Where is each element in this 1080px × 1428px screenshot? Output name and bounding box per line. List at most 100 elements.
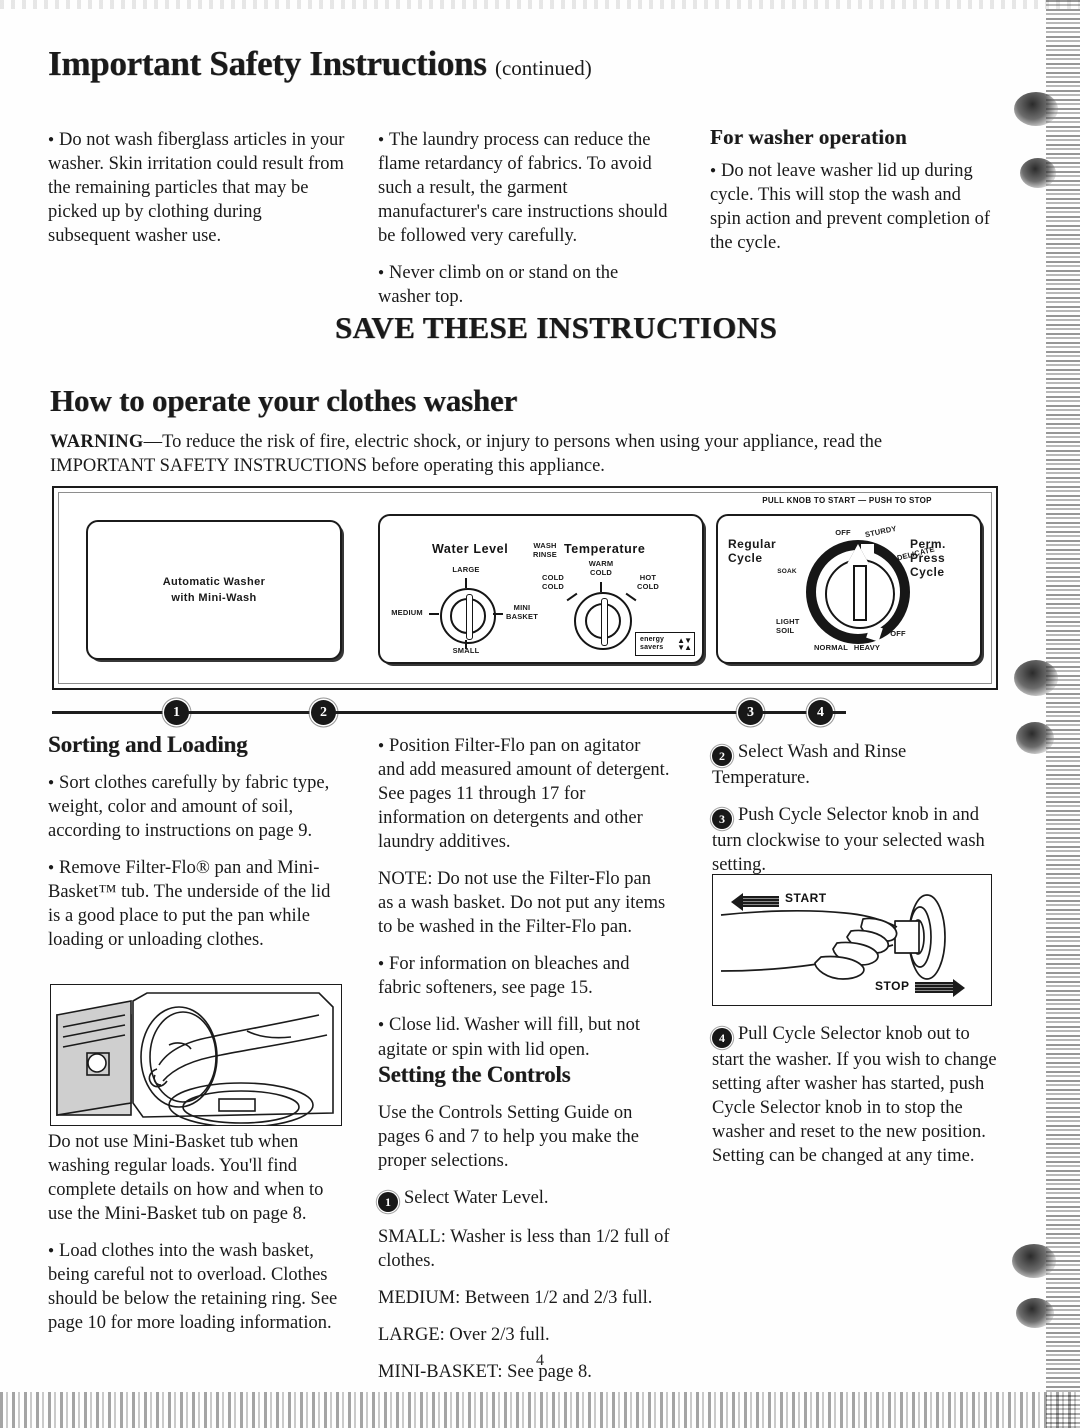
water-level-knob[interactable] <box>440 588 496 644</box>
regular-cycle-title: Regular Cycle <box>728 537 777 565</box>
cycle-label-off-bottom: OFF <box>890 629 906 638</box>
water-level-setting-large: LARGE <box>452 565 480 574</box>
step-3-text: Push Cycle Selector knob in and turn clo… <box>712 805 985 876</box>
mini-basket-caption: Do not use Mini-Basket tub when washing … <box>48 1130 344 1335</box>
scan-edge-right <box>1046 0 1080 1428</box>
callout-line <box>832 711 846 714</box>
temperature-title: Temperature <box>564 542 646 556</box>
dial-tick <box>493 613 503 615</box>
panel-brand-box: Automatic Washer with Mini-Wash <box>86 520 342 660</box>
cycle-label-sturdy: STURDY <box>864 523 898 540</box>
water-level-knob-pointer <box>465 594 473 640</box>
callout-line <box>188 711 316 714</box>
temperature-knob[interactable] <box>574 592 632 650</box>
callout-rule: 1 2 3 4 <box>52 700 994 725</box>
panel-dials-box: Water Level WASH RINSE Temperature LARGE… <box>378 514 704 664</box>
warning-text: —To reduce the risk of fire, electric sh… <box>50 432 883 477</box>
water-level-setting-mini-basket: MINI BASKET <box>505 603 539 621</box>
callout-number-1: 1 <box>164 700 189 725</box>
step-2-line: 2 Select Wash and Rinse Temperature. <box>712 740 998 790</box>
water-level-medium: MEDIUM: Between 1/2 and 2/3 full. <box>378 1288 653 1309</box>
start-stop-knob-illustration: START STOP <box>712 874 992 1006</box>
temperature-setting-cold-cold: COLD COLD <box>541 573 565 591</box>
for-washer-operation-heading: For washer operation <box>710 125 907 149</box>
energy-savers-badge: energy savers ▲▼ ▼▲ <box>635 632 695 656</box>
warning-block: WARNING—To reduce the risk of fire, elec… <box>50 430 980 479</box>
safety-bullet: The laundry process can reduce the flame… <box>378 128 670 248</box>
dial-tick <box>600 582 602 592</box>
bleach-bullet: For information on bleaches and fabric s… <box>378 952 670 1000</box>
step-4-text: Pull Cycle Selector knob out to start th… <box>712 1024 997 1167</box>
step-4-number: 4 <box>712 1028 732 1048</box>
page-title-continued: (continued) <box>494 56 592 80</box>
temperature-setting-hot-cold: HOT COLD <box>636 573 660 591</box>
water-level-small: SMALL: Washer is less than 1/2 full of c… <box>378 1227 670 1272</box>
page-number: 4 <box>536 1352 544 1369</box>
step-1-text: Select Water Level. <box>404 1188 549 1209</box>
energy-badge-line1: energy <box>640 636 665 643</box>
cycle-label-light-soil: LIGHT SOIL <box>776 617 800 635</box>
step-1-number: 1 <box>378 1192 398 1213</box>
callout-line <box>335 711 743 714</box>
cycle-knob-arrow-outline <box>847 544 869 564</box>
scan-edge-bottom <box>0 1392 1080 1428</box>
safety-left-column: Do not wash fiberglass articles in your … <box>48 128 348 248</box>
water-level-large: LARGE: Over 2/3 full. <box>378 1325 550 1346</box>
right-steps-column-top: 2 Select Wash and Rinse Temperature. 3 Pus… <box>712 740 998 877</box>
how-to-operate-heading: How to operate your clothes washer <box>50 383 518 418</box>
manual-page: Important Safety Instructions (continued… <box>0 0 1080 1428</box>
sorting-bullet: Remove Filter-Flo® pan and Mini-Basket™ … <box>48 856 344 952</box>
washer-lid-illustration <box>50 984 342 1126</box>
washer-lid-svg <box>56 992 334 1125</box>
cycle-label-delicate: DELICATE <box>896 544 936 563</box>
cycle-label-off-top: OFF <box>835 528 851 537</box>
cycle-selector-ring <box>806 540 910 644</box>
water-level-setting-small: SMALL <box>452 646 480 655</box>
water-level-setting-medium: MEDIUM <box>391 608 423 617</box>
safety-bullet: Never climb on or stand on the washer to… <box>378 261 670 309</box>
middle-instructions-column: Position Filter-Flo pan on agitator and … <box>378 734 670 1062</box>
temperature-knob-pointer <box>600 598 608 646</box>
panel-cycle-box: Regular Cycle Perm. Press Cycle OFF STUR… <box>716 514 982 664</box>
setting-controls-column: Setting the Controls Use the Controls Se… <box>378 1060 670 1384</box>
temperature-setting-warm-cold: WARM COLD <box>588 559 614 577</box>
energy-triangles-icon: ▲▼ ▼▲ <box>677 636 692 653</box>
step-2-number: 2 <box>712 746 732 766</box>
safety-middle-column: The laundry process can reduce the flame… <box>378 128 670 309</box>
filter-flo-note: NOTE: Do not use the Filter-Flo pan as a… <box>378 869 666 938</box>
cycle-knob-indicator <box>853 565 867 621</box>
dial-tick <box>465 640 467 649</box>
dial-tick <box>465 578 467 588</box>
mini-basket-caption-text: Do not use Mini-Basket tub when washing … <box>48 1132 324 1225</box>
step-3-number: 3 <box>712 809 732 830</box>
pull-knob-instruction: PULL KNOB TO START — PUSH TO STOP <box>762 496 932 505</box>
loading-bullet: Load clothes into the wash basket, being… <box>48 1239 344 1335</box>
step-3-line: 3 Push Cycle Selector knob in and turn cl… <box>712 803 998 877</box>
safety-bullet: Do not wash fiberglass articles in your … <box>48 128 348 248</box>
sorting-bullet: Sort clothes carefully by fabric type, w… <box>48 771 344 843</box>
panel-brand-line2: with Mini-Wash <box>171 592 257 604</box>
page-title: Important Safety Instructions (continued… <box>48 45 592 83</box>
cycle-knob-arrow-icon <box>847 544 869 564</box>
cycle-label-normal: NORMAL <box>813 643 849 652</box>
hand-knob-svg <box>720 894 946 980</box>
cycle-selector-knob[interactable] <box>825 559 895 629</box>
cycle-ring-gap-top <box>861 544 874 558</box>
sorting-loading-heading: Sorting and Loading <box>48 732 248 757</box>
step-2-text: Select Wash and Rinse Temperature. <box>712 742 907 788</box>
perm-press-cycle-title: Perm. Press Cycle <box>910 537 946 579</box>
water-level-title: Water Level <box>432 542 509 556</box>
setting-controls-heading: Setting the Controls <box>378 1062 571 1087</box>
dial-tick <box>429 613 439 615</box>
dial-tick <box>566 592 578 602</box>
callout-number-4: 4 <box>808 700 833 725</box>
cycle-ring-gap-bottom <box>866 624 883 642</box>
control-panel-illustration: Automatic Washer with Mini-Wash Water Le… <box>52 486 998 690</box>
filter-flo-bullet: Position Filter-Flo pan on agitator and … <box>378 734 670 854</box>
setting-controls-intro: Use the Controls Setting Guide on pages … <box>378 1102 639 1171</box>
step-4-line: 4 Pull Cycle Selector knob out to start t… <box>712 1022 998 1168</box>
step-1-line: 1 Select Water Level. <box>378 1186 670 1213</box>
close-lid-bullet: Close lid. Washer will fill, but not agi… <box>378 1013 670 1061</box>
safety-right-column: For washer operation Do not leave washer… <box>710 125 990 255</box>
warning-label: WARNING <box>50 432 144 452</box>
